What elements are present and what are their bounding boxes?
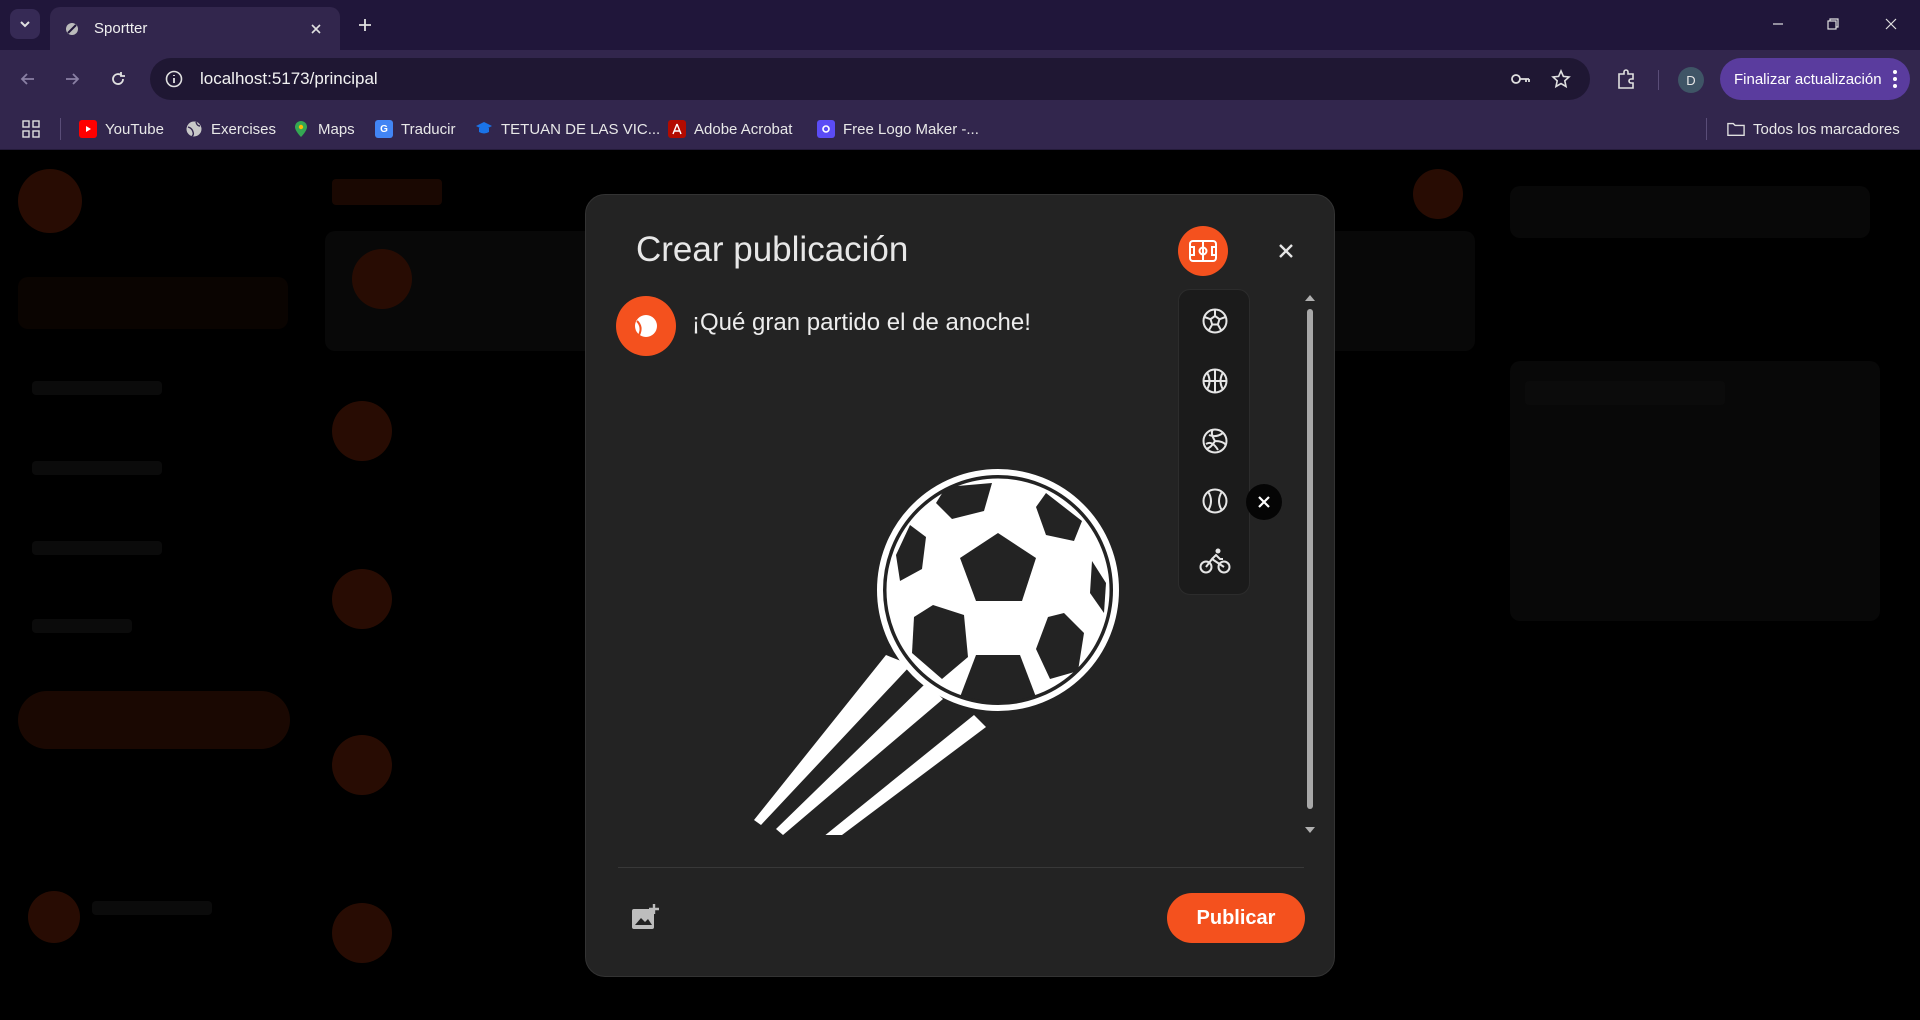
bookmark-label: Adobe Acrobat [694,120,793,138]
reload-icon [112,72,125,85]
bookmark-exercises[interactable]: Exercises [185,118,276,140]
close-icon [1885,18,1897,30]
sport-option-cycling[interactable] [1199,545,1231,577]
youtube-icon [79,120,97,138]
update-label: Finalizar actualización [1734,70,1882,88]
minimize-icon [1773,23,1783,25]
puzzle-icon [1618,69,1634,89]
arrow-right-icon [66,73,80,85]
restore-icon [1827,18,1839,30]
basketball-icon [1202,368,1228,394]
bookmark-label: Maps [318,120,355,138]
add-photo-icon [632,904,659,929]
attached-soccer-ball-image [754,469,1119,835]
bookmark-label: Exercises [211,120,277,138]
tennis-ball-icon [635,315,657,337]
bookmark-label: TETUAN DE LAS VIC... [501,120,661,138]
sport-menu [1178,289,1250,595]
url-text: localhost:5173/principal [200,69,378,88]
bookmark-youtube[interactable]: YouTube [79,118,164,140]
bookmark-label: Todos los marcadores [1753,120,1900,138]
restore-button[interactable] [1818,10,1848,38]
sport-option-soccer[interactable] [1199,305,1231,337]
password-key-icon[interactable] [1508,67,1532,91]
apps-grid-icon [22,120,40,138]
bookmark-maps[interactable]: Maps [292,118,355,140]
bookmark-separator [60,118,61,140]
bookmark-star-icon[interactable] [1549,67,1573,91]
bookmark-label: Traducir [401,120,456,138]
scroll-thumb[interactable] [1307,309,1313,809]
plus-icon [359,19,371,31]
new-tab-button[interactable] [352,12,378,38]
acrobat-icon [668,120,686,138]
create-post-modal: Crear publicación ¡Qué gran partido el d… [585,194,1335,977]
reload-button[interactable] [104,65,132,93]
add-image-button[interactable] [630,902,660,932]
modal-scrollbar[interactable] [1304,295,1316,835]
apps-button[interactable] [22,118,40,140]
profile-avatar[interactable]: D [1678,67,1704,93]
globe-icon [185,120,203,138]
all-bookmarks-button[interactable]: Todos los marcadores [1727,118,1900,140]
arrow-left-icon [20,73,34,85]
close-icon [1279,244,1293,258]
volleyball-icon [1202,428,1228,454]
modal-divider [618,867,1304,868]
close-icon [1258,496,1270,508]
bookmark-label: YouTube [105,120,164,138]
scroll-down-arrow[interactable] [1305,827,1315,833]
tab-search-button[interactable] [10,9,40,39]
cycling-icon [1199,548,1231,574]
bookmark-logo-maker[interactable]: Free Logo Maker -... [817,118,979,140]
update-button[interactable]: Finalizar actualización [1720,58,1910,100]
tennis-icon [1202,488,1228,514]
sport-option-volleyball[interactable] [1199,425,1231,457]
publish-button[interactable]: Publicar [1167,893,1305,943]
site-info-icon[interactable] [164,69,184,89]
sport-selector-button[interactable] [1178,226,1228,276]
folder-icon [1727,120,1745,138]
browser-tab[interactable]: Sportter [50,7,340,50]
browser-titlebar: Sportter [0,0,1920,50]
chevron-down-icon [20,21,30,28]
forward-button[interactable] [58,65,86,93]
user-avatar [616,296,676,356]
back-button[interactable] [14,65,42,93]
modal-title: Crear publicación [636,230,909,269]
sport-option-basketball[interactable] [1199,365,1231,397]
soccer-icon [1202,308,1228,334]
sportter-favicon-icon [66,22,78,35]
bookmark-acrobat[interactable]: Adobe Acrobat [668,118,792,140]
kebab-menu-icon [1893,70,1897,88]
tab-close-icon[interactable] [306,19,326,39]
toolbar-separator [1658,70,1659,90]
address-bar[interactable]: localhost:5173/principal [150,58,1590,100]
browser-toolbar: localhost:5173/principal D Finalizar act… [0,50,1920,108]
close-window-button[interactable] [1876,10,1906,38]
tab-title: Sportter [94,20,148,37]
translate-icon: G [375,120,393,138]
minimize-button[interactable] [1763,10,1793,38]
post-text-input[interactable]: ¡Qué gran partido el de anoche! [692,309,1031,337]
school-icon [475,120,493,138]
close-modal-button[interactable] [1272,237,1300,265]
extensions-button[interactable] [1612,65,1640,93]
bookmark-tetuan[interactable]: TETUAN DE LAS VIC... [475,118,660,140]
scroll-up-arrow[interactable] [1305,295,1315,301]
maps-icon [292,120,310,138]
logo-maker-icon [817,120,835,138]
bookmarks-bar: YouTube Exercises Maps G Traducir TETUAN… [0,108,1920,150]
bookmark-label: Free Logo Maker -... [843,120,979,138]
sport-option-tennis[interactable] [1199,485,1231,517]
bookmark-traducir[interactable]: G Traducir [375,118,455,140]
field-icon [1189,240,1217,262]
bookmark-separator [1706,118,1707,140]
remove-image-button[interactable] [1246,484,1282,520]
